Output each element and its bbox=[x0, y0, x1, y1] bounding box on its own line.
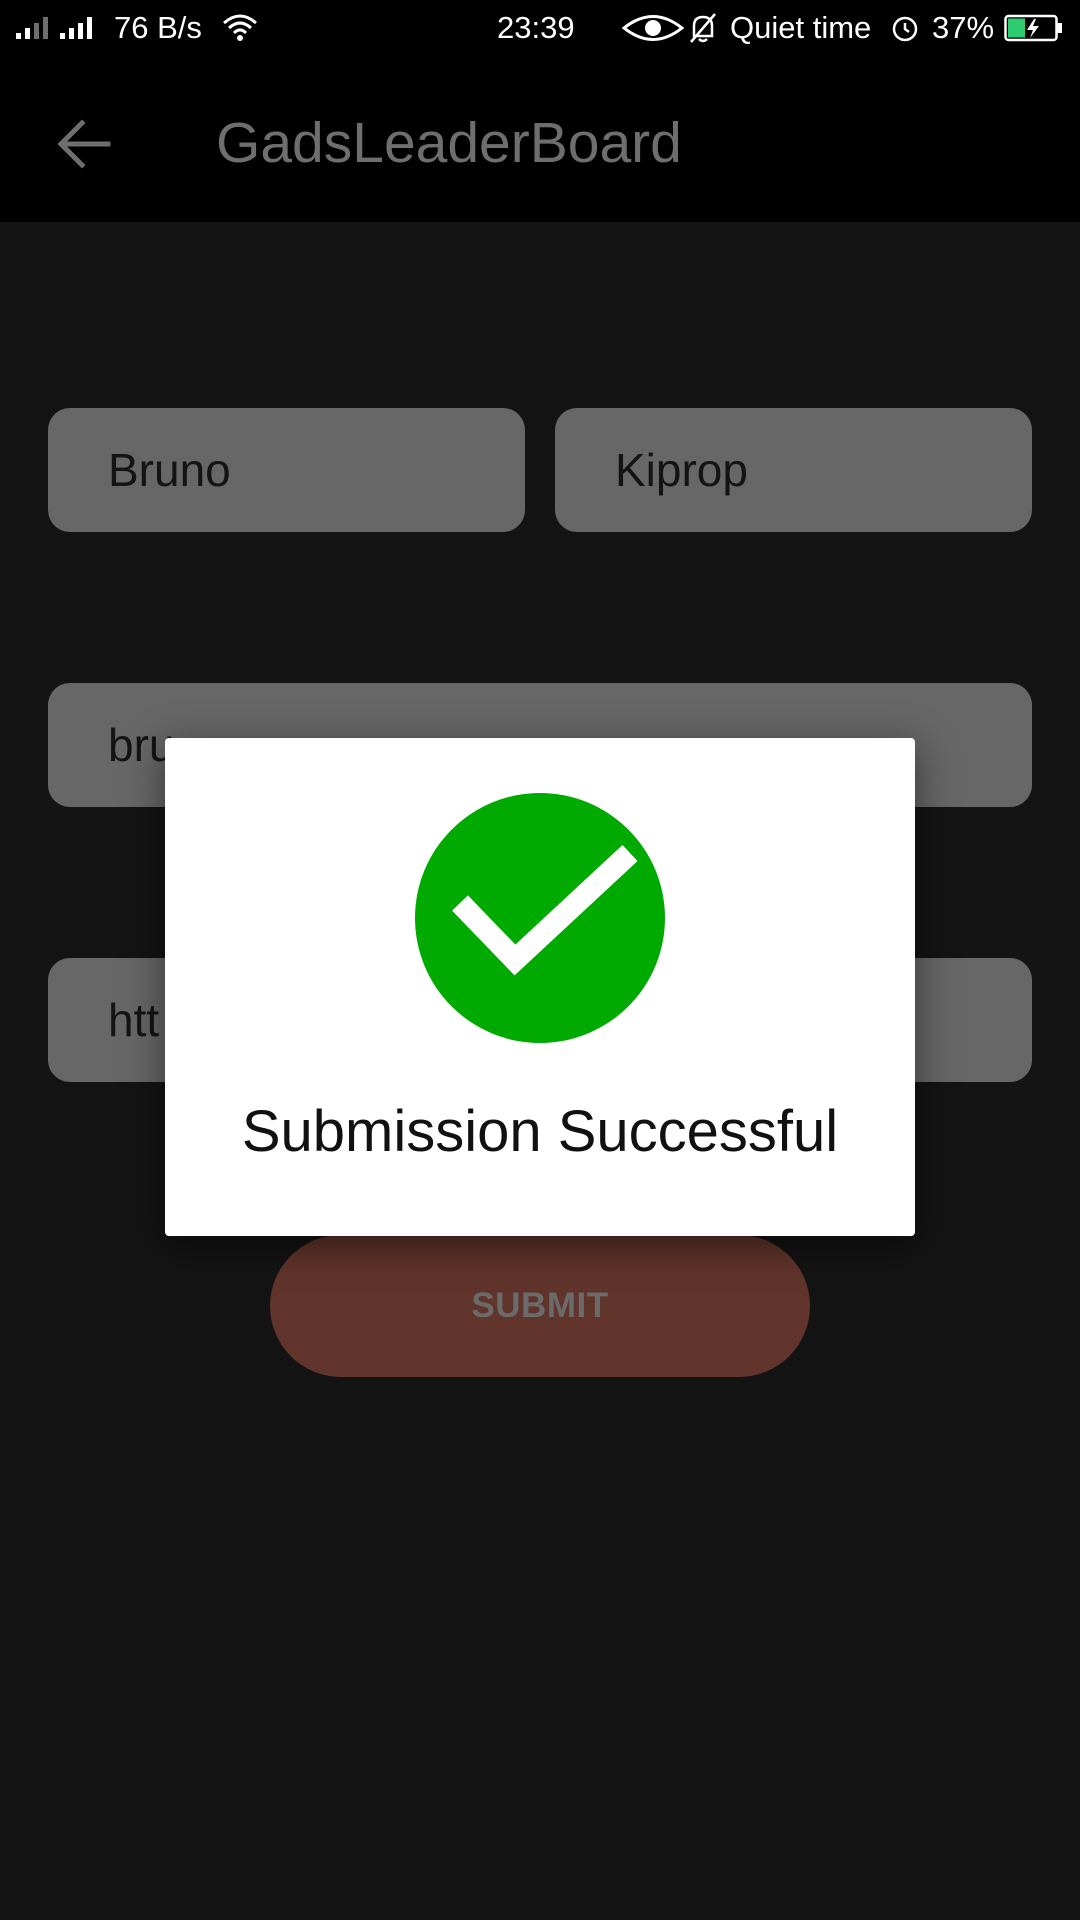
last-name-field[interactable]: Kiprop bbox=[555, 408, 1032, 532]
success-dialog: Submission Successful bbox=[165, 738, 915, 1236]
submit-button[interactable]: SUBMIT bbox=[270, 1235, 810, 1377]
status-bar: 76 B/s 23:39 Quiet time 37% bbox=[0, 0, 1080, 56]
link-value: htt bbox=[108, 994, 160, 1046]
signal-icon bbox=[16, 17, 48, 39]
battery-percent: 37% bbox=[932, 10, 995, 45]
first-name-field[interactable]: Bruno bbox=[48, 408, 525, 532]
quiet-time-label: Quiet time bbox=[730, 10, 872, 45]
signal-icon bbox=[60, 17, 92, 39]
back-button[interactable] bbox=[40, 104, 128, 184]
network-speed: 76 B/s bbox=[114, 10, 202, 45]
check-circle-icon bbox=[415, 793, 665, 1043]
muted-bell-icon bbox=[688, 0, 718, 56]
app-title: GadsLeaderBoard bbox=[216, 111, 682, 175]
arrow-back-icon bbox=[57, 119, 111, 169]
app-bar: GadsLeaderBoard bbox=[0, 56, 1080, 222]
eye-icon bbox=[622, 0, 684, 56]
wifi-icon bbox=[222, 0, 258, 56]
battery-icon bbox=[1004, 0, 1064, 56]
signal-group bbox=[16, 0, 92, 56]
dialog-message: Submission Successful bbox=[241, 1099, 839, 1164]
alarm-icon bbox=[890, 0, 920, 56]
status-time: 23:39 bbox=[497, 10, 575, 45]
